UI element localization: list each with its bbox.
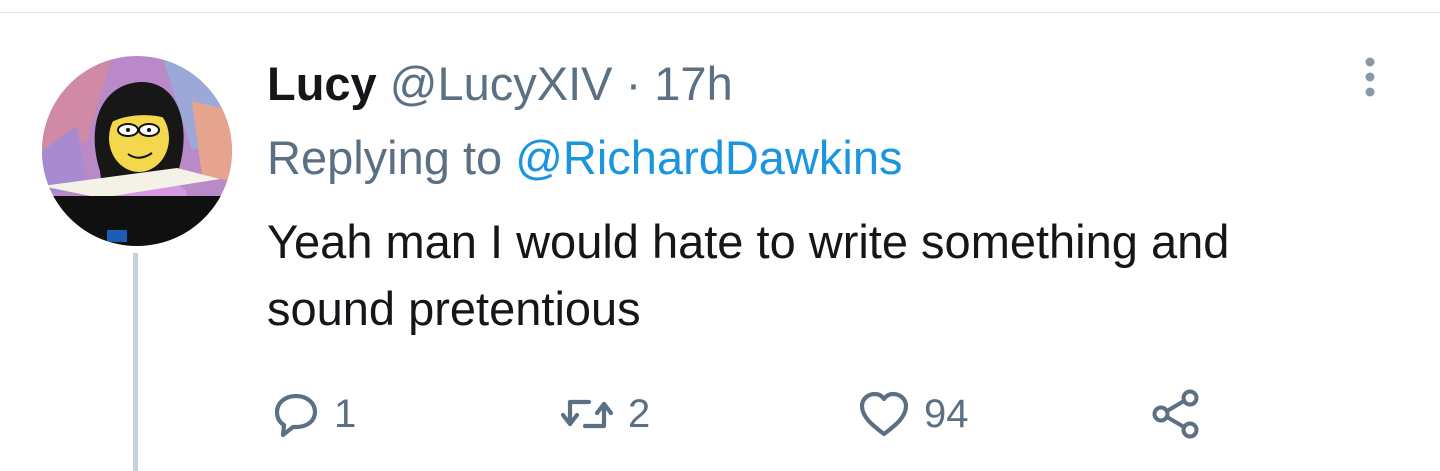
avatar[interactable] (42, 56, 232, 246)
tweet-reply-card: Lucy @LucyXIV · 17h Replying to @Richard… (0, 0, 1440, 471)
thread-line (133, 253, 138, 471)
more-vertical-icon (1365, 57, 1375, 97)
retweet-count: 2 (628, 392, 651, 436)
replying-prefix: Replying to (267, 131, 503, 184)
top-divider (0, 12, 1440, 13)
share-icon (1152, 389, 1199, 439)
user-handle[interactable]: @LucyXIV (390, 57, 613, 110)
more-options-button[interactable] (1350, 52, 1390, 102)
avatar-illustration (42, 56, 232, 246)
reply-icon (274, 393, 318, 438)
retweet-button[interactable]: 2 (560, 388, 650, 440)
like-count: 94 (924, 392, 969, 436)
display-name[interactable]: Lucy (267, 57, 377, 110)
replying-to: Replying to @RichardDawkins (267, 128, 902, 188)
replying-to-link[interactable]: @RichardDawkins (515, 131, 902, 184)
retweet-icon (560, 399, 614, 429)
tweet-header: Lucy @LucyXIV · 17h (267, 54, 733, 114)
share-button[interactable] (1150, 388, 1202, 440)
heart-icon (859, 391, 909, 437)
reply-button[interactable]: 1 (272, 388, 356, 440)
tweet-text: Yeah man I would hate to write something… (267, 215, 1230, 335)
timestamp[interactable]: 17h (654, 57, 732, 110)
reply-count: 1 (334, 392, 357, 436)
like-button[interactable]: 94 (858, 388, 969, 440)
dot-separator: · (625, 57, 642, 110)
